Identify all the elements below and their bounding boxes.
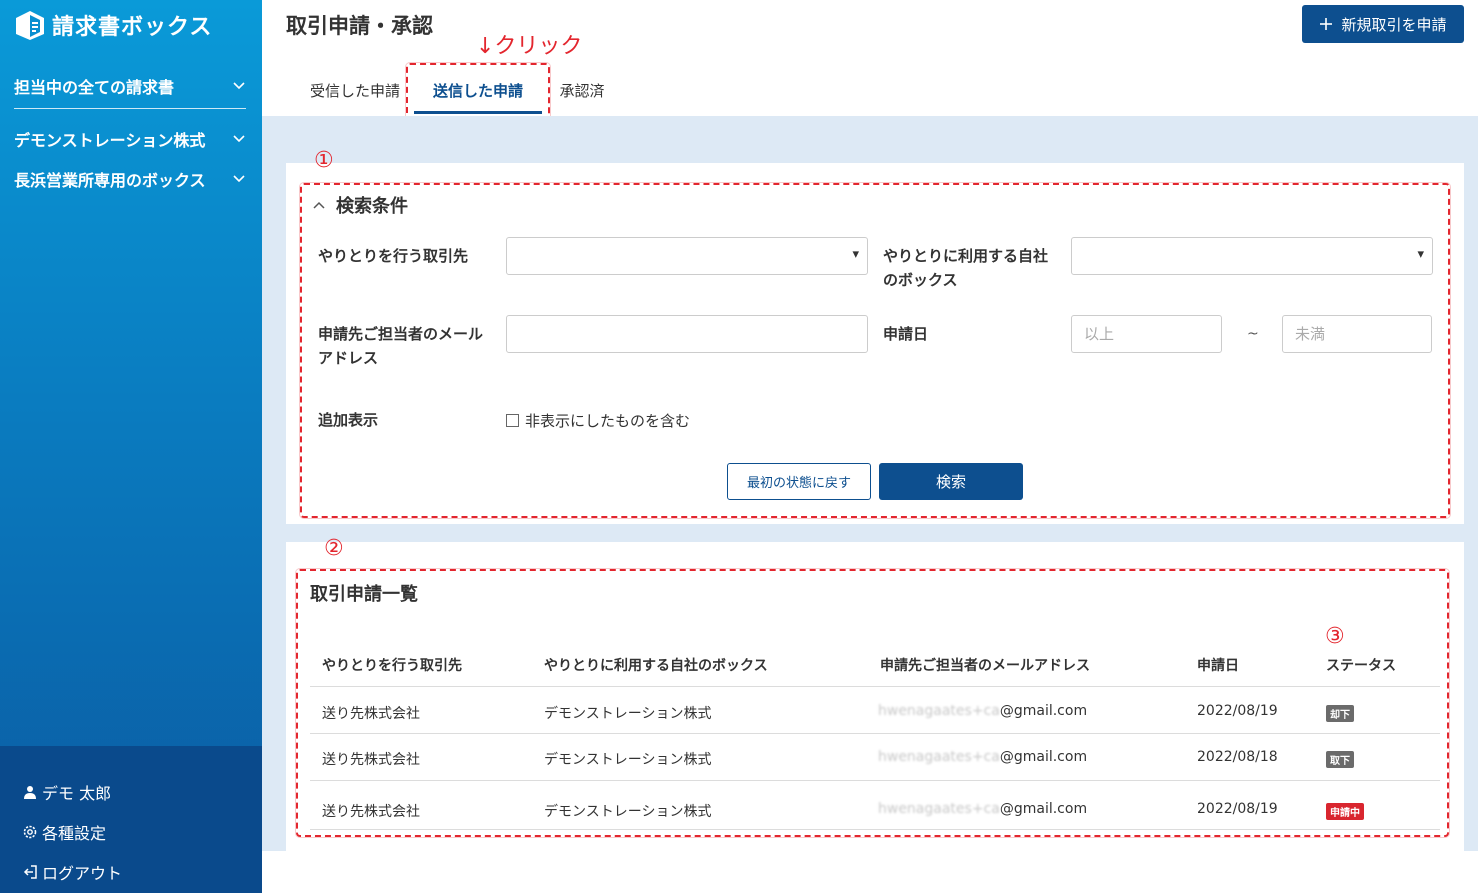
annotation-number-3: ③	[1325, 624, 1345, 649]
column-header-date[interactable]: 申請日	[1197, 655, 1239, 675]
user-menu[interactable]: デモ 太郎	[22, 780, 111, 804]
logout-label: ログアウト	[42, 864, 123, 883]
logout-link[interactable]: ログアウト	[22, 860, 122, 884]
sidebar-item-demo-company[interactable]: デモンストレーション株式	[14, 127, 246, 151]
cell-email: hwenagaates+ca@gmail.com	[878, 703, 1087, 719]
app-name: 請求書ボックス	[52, 15, 213, 40]
partner-select[interactable]	[506, 237, 868, 275]
box-logo-icon	[16, 11, 44, 40]
status-badge: 取下	[1326, 751, 1354, 768]
table-header-divider	[310, 686, 1440, 687]
gear-icon	[23, 825, 37, 839]
cell-partner: 送り先株式会社	[322, 706, 420, 722]
cell-partner: 送り先株式会社	[322, 804, 420, 820]
sidebar-divider	[14, 108, 246, 109]
row-divider	[310, 733, 1440, 734]
status-badge: 却下	[1326, 705, 1354, 722]
cell-partner: 送り先株式会社	[322, 752, 420, 768]
cell-date: 2022/08/19	[1197, 703, 1278, 719]
tab-received[interactable]: 受信した申請	[296, 64, 414, 116]
checkbox-box[interactable]	[506, 414, 519, 427]
email-domain: @gmail.com	[999, 703, 1088, 719]
email-redacted: hwenagaates+ca	[878, 703, 1000, 719]
email-domain: @gmail.com	[999, 749, 1088, 765]
cell-box: デモンストレーション株式	[544, 752, 712, 768]
include-hidden-checkbox[interactable]: 非表示にしたものを含む	[506, 410, 690, 431]
cell-box: デモンストレーション株式	[544, 804, 712, 820]
cell-box: デモンストレーション株式	[544, 706, 712, 722]
annotation-click: ↓クリック	[476, 34, 583, 59]
annotation-number-1: ①	[314, 148, 334, 173]
date-from-input[interactable]	[1071, 315, 1222, 353]
user-name: デモ 太郎	[42, 784, 112, 803]
chevron-up-icon	[313, 201, 325, 209]
cell-date: 2022/08/19	[1197, 801, 1278, 817]
new-transaction-label: 新規取引を申請	[1341, 15, 1447, 34]
date-label: 申請日	[883, 325, 929, 343]
search-heading[interactable]: 検索条件	[312, 192, 408, 218]
email-redacted: hwenagaates+ca	[878, 801, 1000, 817]
chevron-down-icon	[233, 82, 245, 90]
list-heading: 取引申請一覧	[310, 584, 418, 605]
settings-link[interactable]: 各種設定	[22, 820, 106, 844]
partner-label: やりとりを行う取引先	[318, 247, 469, 265]
sidebar: 請求書ボックス 担当中の全ての請求書 デモンストレーション株式 長浜営業所専用の…	[0, 0, 262, 893]
plus-icon	[1320, 18, 1333, 30]
app-logo[interactable]: 請求書ボックス	[14, 8, 212, 42]
box-select[interactable]	[1071, 237, 1433, 275]
row-divider	[310, 780, 1440, 781]
column-header-status[interactable]: ステータス	[1326, 655, 1396, 675]
annotation-number-2: ②	[324, 536, 344, 561]
row-divider	[310, 829, 1440, 830]
chevron-down-icon	[233, 135, 245, 143]
include-hidden-label: 非表示にしたものを含む	[525, 412, 691, 430]
user-icon	[24, 786, 36, 799]
settings-label: 各種設定	[42, 824, 107, 843]
logout-icon	[23, 865, 37, 879]
cell-email: hwenagaates+ca@gmail.com	[878, 749, 1087, 765]
email-input[interactable]	[506, 315, 868, 353]
email-label: 申請先ご担当者のメールアドレス	[318, 325, 484, 367]
new-transaction-button[interactable]: 新規取引を申請	[1302, 5, 1464, 43]
column-header-partner[interactable]: やりとりを行う取引先	[322, 655, 462, 675]
cell-date: 2022/08/18	[1197, 749, 1278, 765]
sidebar-footer: デモ 太郎 各種設定 ログアウト	[0, 746, 262, 893]
sidebar-item-label: 担当中の全ての請求書	[14, 78, 175, 97]
cell-email: hwenagaates+ca@gmail.com	[878, 801, 1087, 817]
sidebar-item-label: 長浜営業所専用のボックス	[14, 171, 206, 190]
reset-button[interactable]: 最初の状態に戻す	[727, 463, 871, 500]
box-label: やりとりに利用する自社のボックス	[883, 247, 1049, 289]
sidebar-item-label: デモンストレーション株式	[14, 131, 206, 150]
date-range-separator: ~	[1247, 326, 1259, 342]
column-header-email[interactable]: 申請先ご担当者のメールアドレス	[880, 655, 1090, 675]
chevron-down-icon	[233, 175, 245, 183]
search-heading-label: 検索条件	[336, 196, 408, 217]
tab-approved[interactable]: 承認済	[548, 64, 616, 116]
email-domain: @gmail.com	[999, 801, 1088, 817]
status-badge: 申請中	[1326, 803, 1364, 820]
sidebar-item-nagahama-box[interactable]: 長浜営業所専用のボックス	[14, 167, 246, 191]
column-header-box[interactable]: やりとりに利用する自社のボックス	[544, 655, 768, 675]
email-redacted: hwenagaates+ca	[878, 749, 1000, 765]
date-to-input[interactable]	[1282, 315, 1432, 353]
page-title: 取引申請・承認	[286, 14, 433, 38]
search-button[interactable]: 検索	[879, 463, 1023, 500]
sidebar-item-all-invoices[interactable]: 担当中の全ての請求書	[14, 74, 246, 98]
extra-display-label: 追加表示	[318, 411, 379, 429]
